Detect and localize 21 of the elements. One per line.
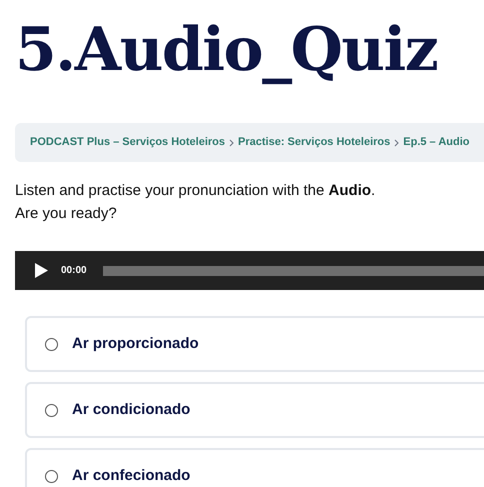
intro-text: Listen and practise your pronunciation with the Audio. [15,181,376,201]
page-title: 5.Audio_Quiz [15,14,438,87]
intro-text: Are you ready? [15,204,118,224]
radio-button[interactable] [45,470,58,482]
breadcrumb-link[interactable]: Practise: Serviços Hoteleiros [238,134,390,151]
option-label: Ar condicionado [72,400,190,420]
chevron-icon [394,138,400,146]
play-icon [35,263,48,278]
progress-track[interactable] [102,266,484,276]
chevron-icon [229,138,234,146]
radio-button[interactable] [45,338,58,350]
time-display: 00:00 [61,264,87,278]
answer-option[interactable]: Ar condicionado [25,382,484,438]
option-label: Ar confecionado [72,466,190,486]
option-label: Ar proporcionado [72,334,199,354]
answer-option[interactable]: Ar proporcionado [25,316,484,372]
radio-button[interactable] [45,404,58,416]
breadcrumb-link[interactable]: PODCAST Plus – Serviços Hoteleiros [30,134,226,151]
answer-option[interactable]: Ar confecionado [25,448,484,487]
play-button[interactable] [35,262,49,278]
breadcrumb-link[interactable]: Ep.5 – Audio [403,134,470,151]
